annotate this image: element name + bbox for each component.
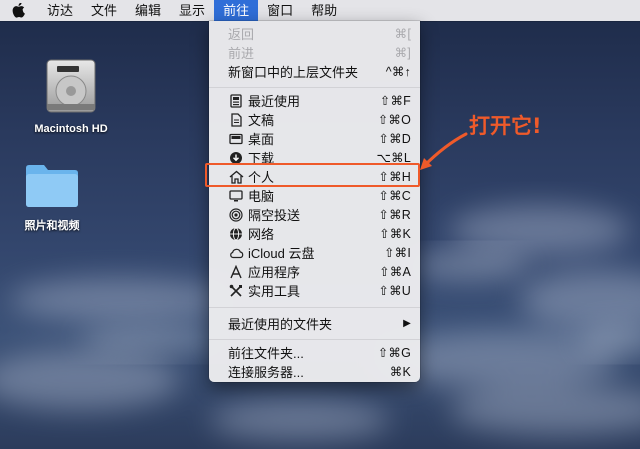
menu-window[interactable]: 窗口 <box>258 0 302 21</box>
annotation-text: 打开它! <box>469 114 542 138</box>
desktop-label: 桌面 <box>248 132 275 147</box>
menu-item-go-to-folder[interactable]: 前往文件夹... ⇧⌘G <box>209 343 420 362</box>
menu-file[interactable]: 文件 <box>82 0 126 21</box>
submenu-arrow-icon: ▶ <box>403 318 411 329</box>
go-to-folder-shortcut: ⇧⌘G <box>377 346 411 360</box>
desktop-item-macintosh-hd[interactable]: Macintosh HD <box>26 56 116 135</box>
menu-item-recent-folders[interactable]: 最近使用的文件夹 ▶ <box>209 314 420 333</box>
network-label: 网络 <box>248 227 275 242</box>
folder-label: 照片和视频 <box>24 220 80 232</box>
utilities-icon <box>228 283 244 299</box>
network-icon <box>228 226 244 242</box>
forward-shortcut: ⌘] <box>394 46 411 60</box>
menu-bar: 访达 文件 编辑 显示 前往 窗口 帮助 <box>0 0 640 21</box>
menu-item-network[interactable]: 网络 ⇧⌘K <box>209 224 420 243</box>
desktop-item-folder[interactable]: 照片和视频 <box>14 160 90 233</box>
desktop-shortcut: ⇧⌘D <box>378 132 411 146</box>
back-shortcut: ⌘[ <box>394 27 411 41</box>
airdrop-label: 隔空投送 <box>248 208 301 223</box>
menu-edit[interactable]: 编辑 <box>126 0 170 21</box>
apple-icon <box>12 2 25 18</box>
applications-icon <box>228 264 244 280</box>
menu-item-applications[interactable]: 应用程序 ⇧⌘A <box>209 262 420 281</box>
utilities-shortcut: ⇧⌘U <box>378 284 411 298</box>
back-label: 返回 <box>228 27 255 42</box>
documents-label: 文稿 <box>248 113 275 128</box>
icloud-label: iCloud 云盘 <box>248 246 315 261</box>
annotation-highlight-box <box>205 163 420 187</box>
menu-item-airdrop[interactable]: 隔空投送 ⇧⌘R <box>209 205 420 224</box>
computer-icon <box>228 188 244 204</box>
go-to-folder-label: 前往文件夹... <box>228 346 304 361</box>
icloud-shortcut: ⇧⌘I <box>383 246 411 260</box>
forward-label: 前进 <box>228 46 255 61</box>
utilities-label: 实用工具 <box>248 284 301 299</box>
menu-view[interactable]: 显示 <box>170 0 214 21</box>
folder-icon <box>26 165 78 207</box>
recents-shortcut: ⇧⌘F <box>379 94 411 108</box>
menu-separator <box>209 87 420 88</box>
airdrop-shortcut: ⇧⌘R <box>378 208 411 222</box>
menu-item-recents[interactable]: 最近使用 ⇧⌘F <box>209 91 420 110</box>
desktop-icon <box>228 131 244 147</box>
apple-menu[interactable] <box>0 2 38 19</box>
menu-item-desktop[interactable]: 桌面 ⇧⌘D <box>209 129 420 148</box>
airdrop-icon <box>228 207 244 223</box>
enclosing-label: 新窗口中的上层文件夹 <box>228 65 359 80</box>
go-menu: 返回 ⌘[ 前进 ⌘] 新窗口中的上层文件夹 ^⌘↑ 最近使用 ⇧⌘F 文稿 ⇧… <box>209 21 420 382</box>
menu-help[interactable]: 帮助 <box>302 0 346 21</box>
applications-shortcut: ⇧⌘A <box>379 265 411 279</box>
connect-server-label: 连接服务器... <box>228 365 304 380</box>
documents-shortcut: ⇧⌘O <box>377 113 411 127</box>
menu-separator <box>209 307 420 308</box>
connect-server-shortcut: ⌘K <box>389 365 411 379</box>
menu-item-utilities[interactable]: 实用工具 ⇧⌘U <box>209 281 420 300</box>
menu-item-enclosing-folder[interactable]: 新窗口中的上层文件夹 ^⌘↑ <box>209 62 420 81</box>
computer-label: 电脑 <box>248 189 275 204</box>
menu-item-icloud[interactable]: iCloud 云盘 ⇧⌘I <box>209 243 420 262</box>
recent-folders-label: 最近使用的文件夹 <box>228 317 333 332</box>
menu-item-back[interactable]: 返回 ⌘[ <box>209 24 420 43</box>
menu-item-connect-server[interactable]: 连接服务器... ⌘K <box>209 362 420 381</box>
hd-label: Macintosh HD <box>34 123 108 135</box>
applications-label: 应用程序 <box>248 265 301 280</box>
recents-icon <box>228 93 244 109</box>
menu-item-computer[interactable]: 电脑 ⇧⌘C <box>209 186 420 205</box>
icloud-icon <box>228 245 244 261</box>
hard-drive-icon <box>46 59 96 113</box>
documents-icon <box>228 112 244 128</box>
menu-go[interactable]: 前往 <box>214 0 259 21</box>
menu-item-documents[interactable]: 文稿 ⇧⌘O <box>209 110 420 129</box>
enclosing-shortcut: ^⌘↑ <box>385 65 411 79</box>
menu-item-forward[interactable]: 前进 ⌘] <box>209 43 420 62</box>
computer-shortcut: ⇧⌘C <box>378 189 411 203</box>
menu-finder[interactable]: 访达 <box>38 0 82 21</box>
network-shortcut: ⇧⌘K <box>379 227 411 241</box>
menu-separator <box>209 339 420 340</box>
recents-label: 最近使用 <box>248 94 301 109</box>
